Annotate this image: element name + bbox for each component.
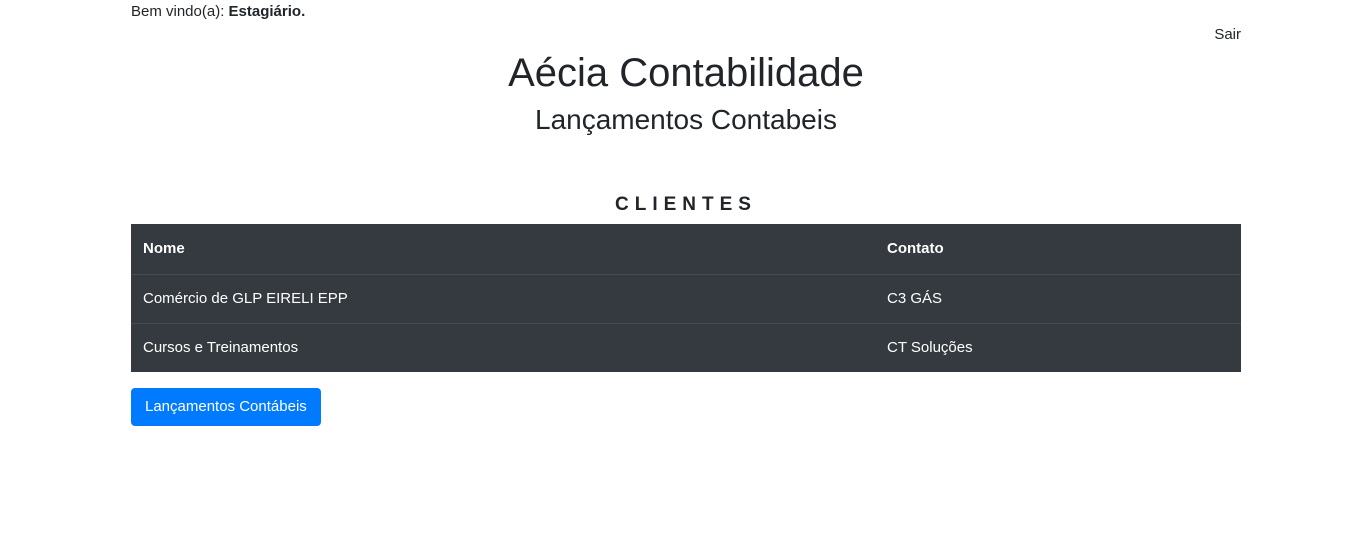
- page-container: Bem vindo(a): Estagiário. Sair Aécia Con…: [131, 0, 1241, 542]
- clients-table: Nome Contato Comércio de GLP EIRELI EPP …: [131, 224, 1241, 372]
- cell-contato: CT Soluções: [887, 339, 973, 357]
- table-row: Cursos e Treinamentos CT Soluções: [131, 323, 1241, 372]
- cell-nome: Comércio de GLP EIRELI EPP: [131, 274, 875, 324]
- welcome-message: Bem vindo(a): Estagiário.: [131, 3, 305, 21]
- section-title-clientes: CLIENTES: [615, 194, 757, 215]
- page-subtitle: Lançamentos Contabeis: [535, 104, 837, 135]
- column-header-contato: Contato: [875, 224, 1241, 275]
- company-title: Aécia Contabilidade: [508, 51, 864, 95]
- table-header: Nome Contato: [131, 224, 1241, 275]
- user-name: Estagiário.: [228, 3, 306, 20]
- table-header-row: Nome Contato: [131, 224, 1241, 275]
- welcome-prefix: Bem vindo(a):: [131, 3, 229, 20]
- column-header-nome: Nome: [131, 224, 875, 275]
- logout-link[interactable]: Sair: [1214, 26, 1241, 44]
- lancamentos-contabeis-button[interactable]: Lançamentos Contábeis: [131, 388, 321, 426]
- cell-nome: Cursos e Treinamentos: [143, 339, 299, 357]
- table-row: Comércio de GLP EIRELI EPP C3 GÁS: [131, 274, 1241, 324]
- cell-contato: C3 GÁS: [875, 274, 1241, 324]
- table-body: Comércio de GLP EIRELI EPP C3 GÁS Cursos…: [131, 274, 1241, 372]
